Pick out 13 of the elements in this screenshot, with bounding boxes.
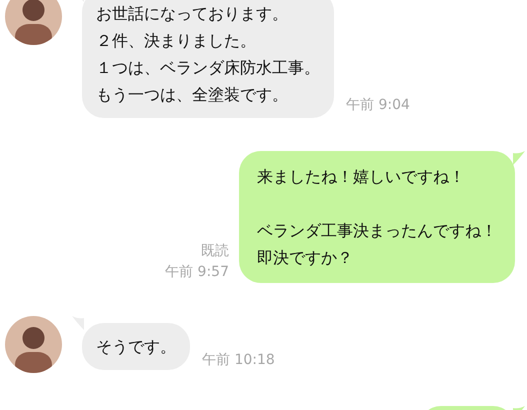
message-line: ２件、決まりました。 [96, 30, 256, 52]
read-receipt: 既読 [201, 242, 229, 261]
message-line: お世話になっております。 [96, 3, 288, 25]
message-line: 来ましたね！嬉しいですね！ [257, 166, 465, 188]
message-time: 午前 9:57 [165, 263, 229, 282]
message-line: １つは、ベランダ床防水工事。 [96, 57, 320, 79]
message-time: 午前 9:04 [346, 96, 410, 115]
message-line: そうです。 [96, 336, 176, 358]
message-line: 即決ですか？ [257, 247, 353, 269]
avatar [5, 0, 62, 45]
message-line: もう一つは、全塗装です。 [96, 84, 288, 106]
message-time: 午前 10:18 [202, 351, 275, 370]
message-line: ベランダ工事決まったんですね！ [257, 220, 497, 242]
